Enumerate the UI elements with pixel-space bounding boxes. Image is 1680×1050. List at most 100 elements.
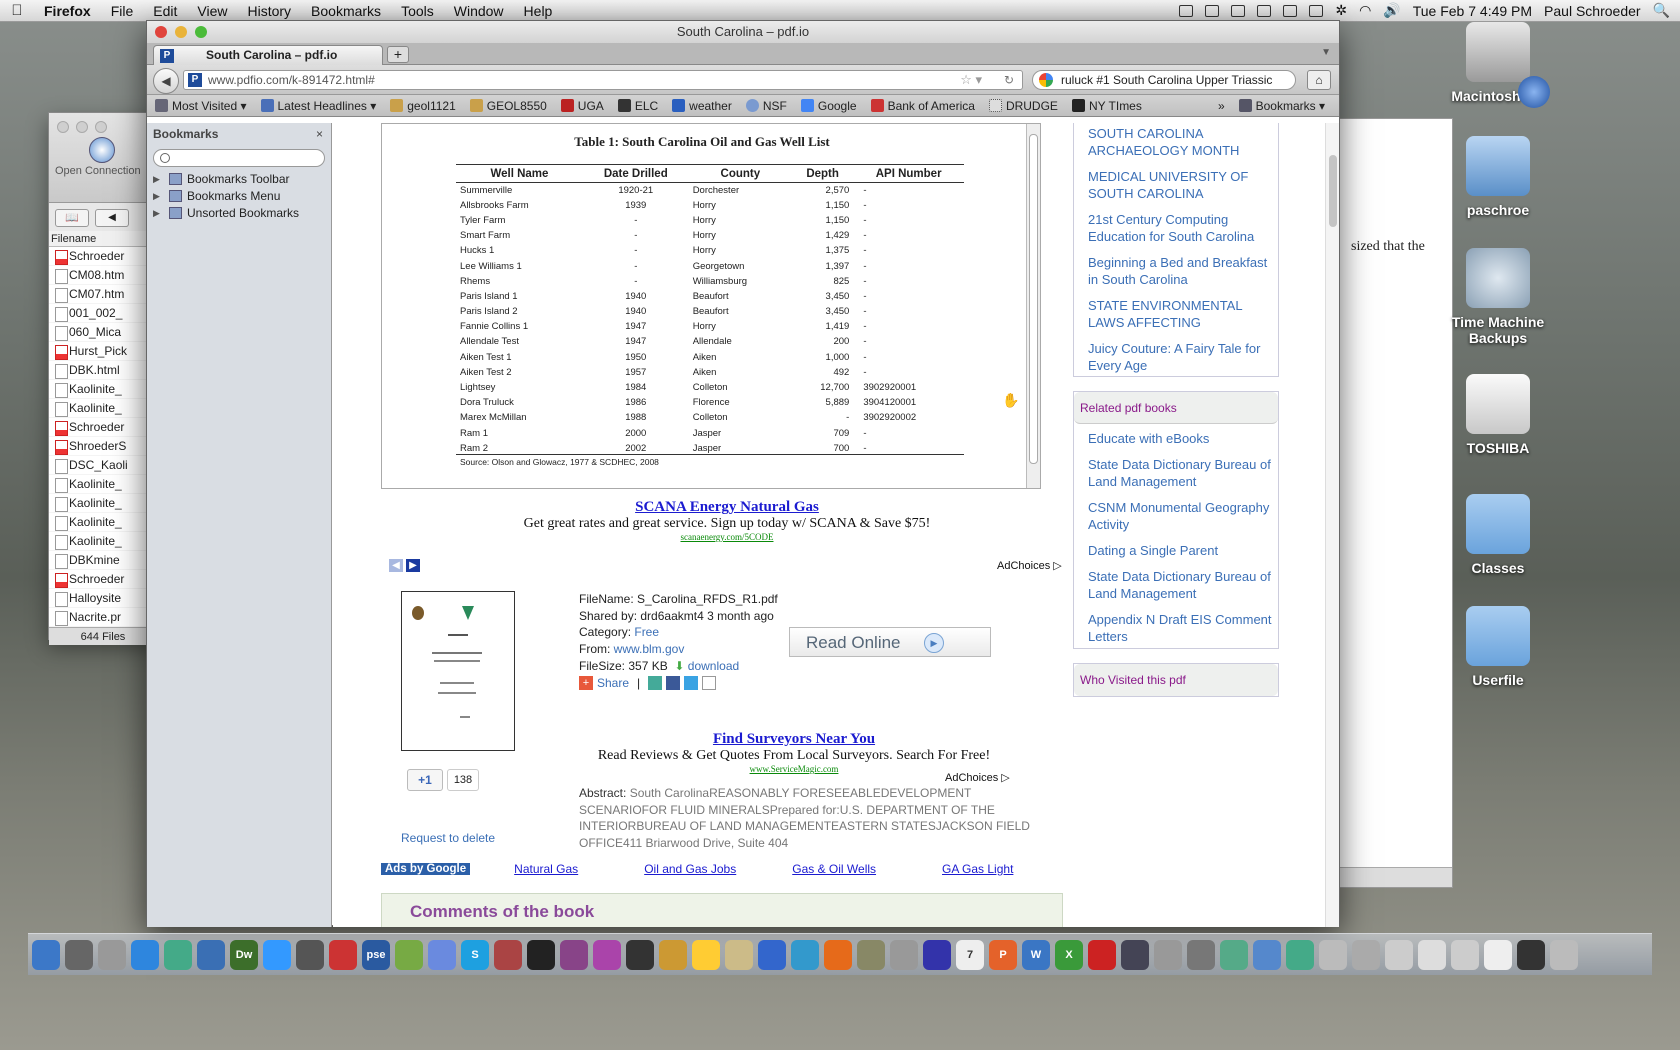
facebook-icon[interactable]: [666, 675, 681, 690]
bookmark-most-visited[interactable]: Most Visited ▾: [155, 99, 247, 113]
twitter-icon[interactable]: [684, 675, 699, 690]
bookmarks-overflow-chevron[interactable]: »: [1218, 99, 1225, 113]
bookmark-geol8550[interactable]: GEOL8550: [469, 99, 547, 113]
finder-icon[interactable]: [32, 939, 60, 970]
related-link[interactable]: MEDICAL UNIVERSITY OF SOUTH CAROLINA: [1088, 168, 1278, 202]
clock[interactable]: Tue Feb 7 4:49 PM: [1413, 3, 1532, 19]
wifi-icon[interactable]: ◠: [1359, 2, 1371, 19]
bookmark-uga[interactable]: UGA: [560, 99, 604, 113]
back-arrow-icon[interactable]: ◀: [95, 209, 129, 227]
menu-firefox[interactable]: Firefox: [34, 3, 101, 19]
downloads-icon[interactable]: [1253, 939, 1281, 970]
email-icon[interactable]: [702, 675, 717, 690]
network-icon[interactable]: [1286, 939, 1314, 970]
pdf-scrollbar[interactable]: [1026, 124, 1040, 488]
url-bar[interactable]: P www.pdfio.com/k-891472.html# ☆ ▾ ↻: [183, 70, 1023, 90]
file-list-item[interactable]: Schroeder: [49, 570, 157, 589]
bookmark-elc[interactable]: ELC: [617, 99, 658, 113]
disclosure-triangle-icon[interactable]: ▶: [153, 188, 160, 205]
related-link[interactable]: Beginning a Bed and Breakfast in South C…: [1088, 254, 1278, 288]
apple-menu-icon[interactable]: : [0, 2, 34, 19]
menu-file[interactable]: File: [101, 3, 144, 19]
menu-history[interactable]: History: [237, 3, 301, 19]
bluetooth-icon[interactable]: ✲: [1335, 2, 1347, 19]
menu-tools[interactable]: Tools: [391, 3, 444, 19]
file-list-item[interactable]: Halloysite: [49, 589, 157, 608]
app-store-icon[interactable]: [131, 939, 159, 970]
file-list-item[interactable]: DBKmine: [49, 551, 157, 570]
ad-link-natural-gas[interactable]: Natural Gas: [514, 862, 578, 876]
back-button[interactable]: ◀: [153, 68, 179, 94]
file-list-item[interactable]: CM07.htm: [49, 285, 157, 304]
time-machine-dock-icon[interactable]: [1121, 939, 1149, 970]
gp-icon[interactable]: [428, 939, 456, 970]
trash-icon[interactable]: [1550, 939, 1578, 970]
menu-help[interactable]: Help: [514, 3, 563, 19]
ad-link-ga-gas-light[interactable]: GA Gas Light: [942, 862, 1013, 876]
acrobat2-icon[interactable]: [1088, 939, 1116, 970]
ads-by-google-label[interactable]: Ads by Google: [381, 863, 471, 875]
file-list-item[interactable]: CM08.htm: [49, 266, 157, 285]
menu-window[interactable]: Window: [444, 3, 514, 19]
bookmark-latest-headlines[interactable]: Latest Headlines ▾: [260, 99, 376, 113]
word-icon[interactable]: W: [1022, 939, 1050, 970]
excel-icon[interactable]: X: [1055, 939, 1083, 970]
status-icon-1[interactable]: [1179, 4, 1194, 17]
photoshop-elements-icon[interactable]: pse: [362, 939, 390, 970]
powerpoint-icon[interactable]: P: [989, 939, 1017, 970]
file-list-item[interactable]: Schroeder: [49, 247, 157, 266]
related-link[interactable]: Juicy Couture: A Fairy Tale for Every Ag…: [1088, 340, 1278, 374]
photo-icon[interactable]: [857, 939, 885, 970]
menu-edit[interactable]: Edit: [143, 3, 187, 19]
open-connection-label[interactable]: Open Connection: [55, 165, 141, 177]
close-sidebar-icon[interactable]: ×: [316, 123, 323, 145]
file-list-item[interactable]: DBK.html: [49, 361, 157, 380]
next-arrow-icon[interactable]: ▶: [406, 559, 420, 572]
open-connection-icon[interactable]: [89, 137, 115, 163]
puzzle-icon[interactable]: [560, 939, 588, 970]
skype-icon[interactable]: S: [461, 939, 489, 970]
tab-list-chevron-icon[interactable]: ▼: [1321, 47, 1331, 58]
globe-icon[interactable]: [758, 939, 786, 970]
disclosure-triangle-icon[interactable]: ▶: [153, 171, 160, 188]
desktop-classes[interactable]: Classes: [1443, 494, 1553, 576]
file-list-item[interactable]: Kaolinite_: [49, 513, 157, 532]
time-machine-status-icon[interactable]: [1309, 4, 1324, 17]
launchpad-icon[interactable]: [65, 939, 93, 970]
file-list-item[interactable]: Kaolinite_: [49, 399, 157, 418]
home-button[interactable]: ⌂: [1307, 70, 1331, 90]
file-list-item[interactable]: 001_002_: [49, 304, 157, 323]
printer-icon[interactable]: [1220, 939, 1248, 970]
file-list-item[interactable]: Nacrite.pr: [49, 608, 157, 627]
file-list-item[interactable]: Schroeder: [49, 418, 157, 437]
sidebar-item-bookmarks-toolbar[interactable]: ▶ Bookmarks Toolbar: [147, 171, 331, 188]
bookmark-nsf[interactable]: NSF: [745, 99, 787, 113]
page-scroll-thumb[interactable]: [1329, 155, 1337, 227]
ichat-icon[interactable]: [263, 939, 291, 970]
ad-title-link[interactable]: Find Surveyors Near You: [579, 731, 1009, 748]
related-link[interactable]: State Data Dictionary Bureau of Land Man…: [1088, 456, 1278, 490]
file-list-item[interactable]: 060_Mica: [49, 323, 157, 342]
status-icon-2[interactable]: [1205, 4, 1220, 17]
cyberduck-icon[interactable]: [692, 939, 720, 970]
bookmark-weather[interactable]: weather: [672, 99, 732, 113]
search-input[interactable]: ruluck #1 South Carolina Upper Triassic: [1032, 70, 1296, 90]
pdf-viewer[interactable]: Table 1: South Carolina Oil and Gas Well…: [381, 123, 1041, 489]
page-scrollbar[interactable]: [1325, 123, 1339, 927]
bookmark-google[interactable]: Google: [800, 99, 857, 113]
close-button[interactable]: [57, 121, 69, 133]
sync-icon[interactable]: [1283, 4, 1298, 17]
file-list-item[interactable]: Hurst_Pick: [49, 342, 157, 361]
desktop-userfile[interactable]: Userfile: [1443, 606, 1553, 688]
desktop-paschroe[interactable]: paschroe: [1443, 136, 1553, 218]
file-list-item[interactable]: DSC_Kaoli: [49, 456, 157, 475]
stack2-icon[interactable]: [1418, 939, 1446, 970]
menu-view[interactable]: View: [187, 3, 237, 19]
safari-icon[interactable]: [791, 939, 819, 970]
ad-title-link[interactable]: SCANA Energy Natural Gas: [381, 499, 1073, 516]
utility-icon[interactable]: [1319, 939, 1347, 970]
bookmark-geol1121[interactable]: geol1121: [390, 99, 456, 113]
bookmarks-menu-button[interactable]: Bookmarks ▾: [1238, 99, 1325, 113]
stack3-icon[interactable]: [1451, 939, 1479, 970]
stack4-icon[interactable]: [1484, 939, 1512, 970]
